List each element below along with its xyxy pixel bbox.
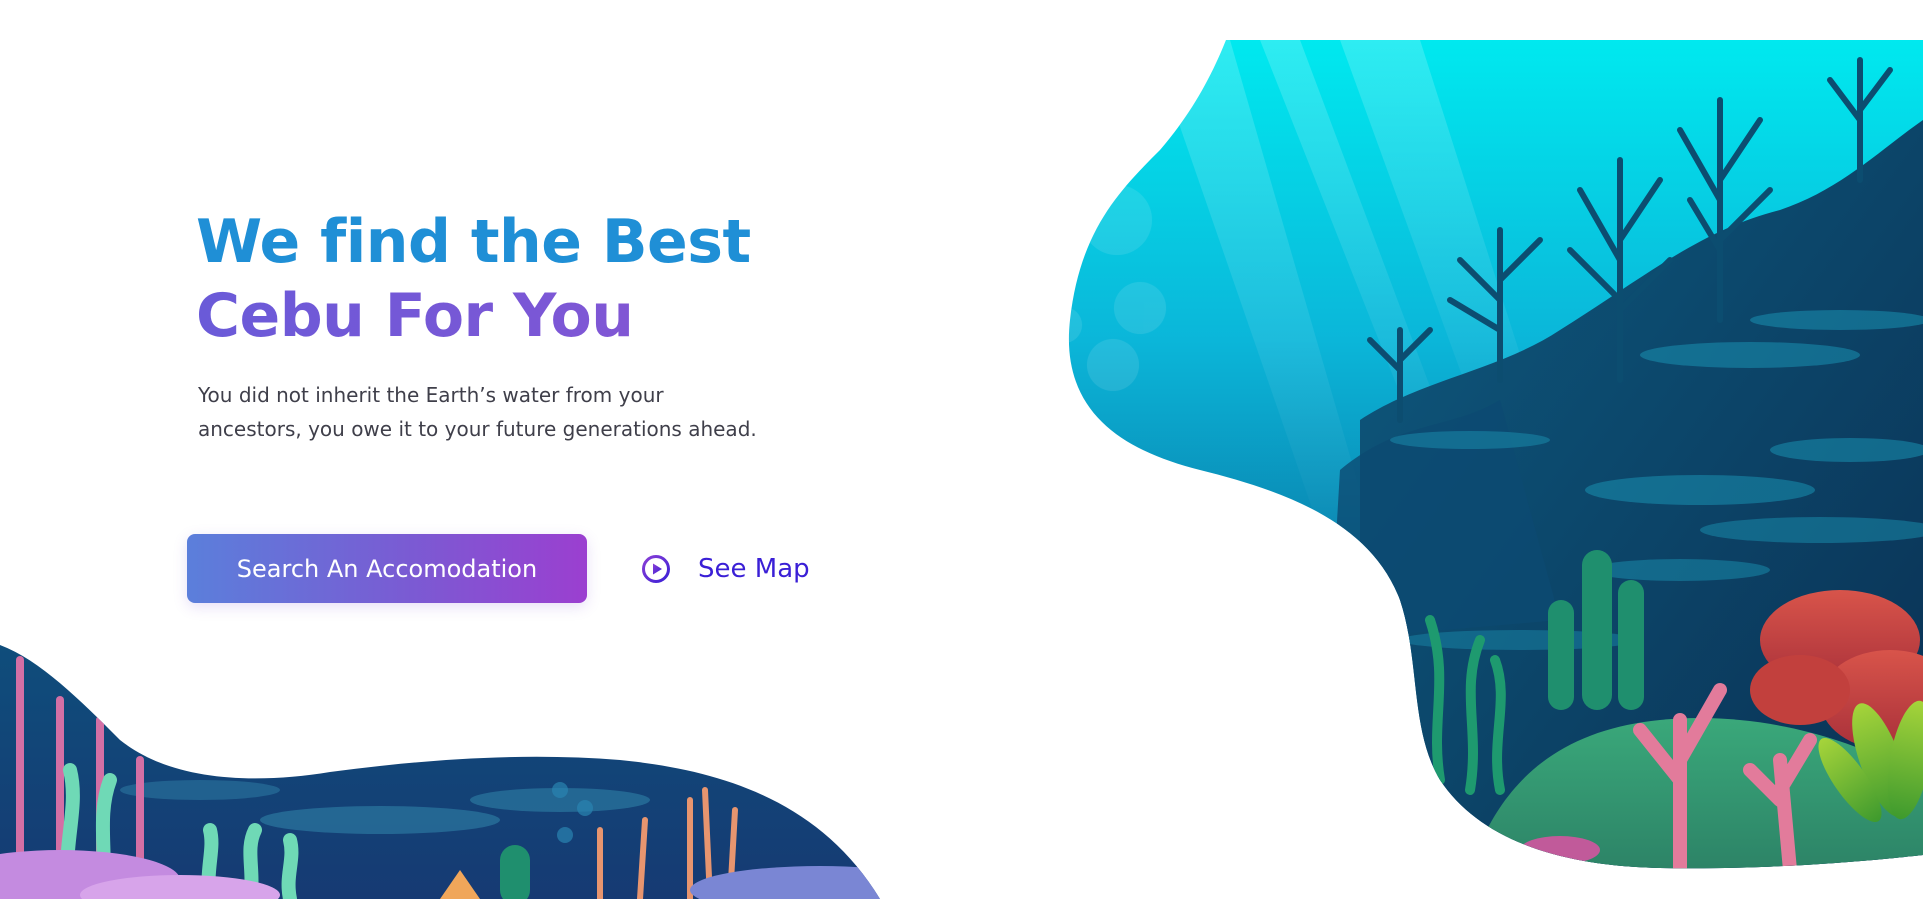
landing-page: We find the Best Cebu For You You did no…	[0, 0, 1923, 899]
play-circle-icon	[642, 555, 670, 583]
hero-subtitle: You did not inherit the Earth’s water fr…	[198, 378, 818, 446]
hero-headline: We find the Best Cebu For You	[196, 205, 751, 353]
headline-line-2: Cebu For You	[196, 279, 751, 353]
see-map-link[interactable]: See Map	[640, 551, 810, 587]
subtitle-line-2: ancestors, you owe it to your future gen…	[198, 417, 757, 441]
subtitle-line-1: You did not inherit the Earth’s water fr…	[198, 383, 664, 407]
headline-line-1: We find the Best	[196, 207, 751, 277]
see-map-label: See Map	[698, 554, 810, 584]
search-accommodation-button[interactable]: Search An Accomodation	[187, 534, 587, 603]
underwater-illustration	[0, 40, 1923, 899]
